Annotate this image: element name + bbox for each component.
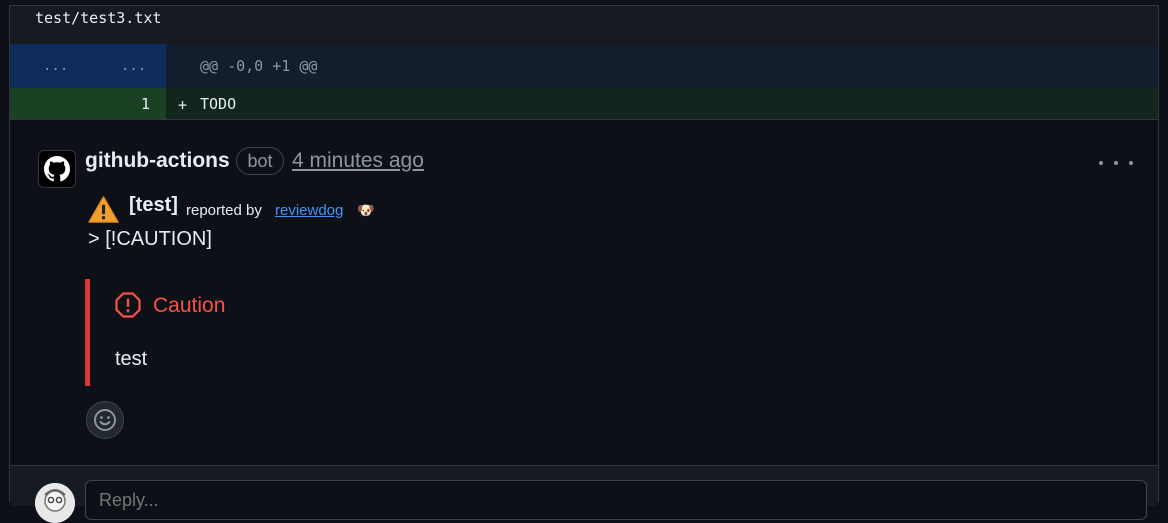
caution-title: Caution xyxy=(153,294,226,317)
avatar-icon xyxy=(35,483,75,523)
comment-timestamp[interactable]: 4 minutes ago xyxy=(292,149,424,173)
github-mark-icon xyxy=(44,156,70,182)
file-header: test/test3.txt xyxy=(10,6,1158,44)
expand-up-button[interactable]: ... xyxy=(43,58,68,74)
kebab-menu-button[interactable] xyxy=(1099,150,1133,176)
dog-face-icon: 🐶 xyxy=(357,202,375,218)
user-avatar[interactable] xyxy=(35,483,75,523)
comment-author[interactable]: github-actions xyxy=(85,149,230,173)
warning-icon xyxy=(88,196,119,223)
quote-line: > [!CAUTION] xyxy=(88,228,212,250)
added-line-gutter: 1 xyxy=(10,88,166,119)
added-sign: + xyxy=(178,96,188,114)
expand-down-button[interactable]: ... xyxy=(121,58,146,74)
hunk-header: @@ -0,0 +1 @@ xyxy=(200,57,318,75)
dot-icon xyxy=(1129,161,1133,165)
diff-hunk-row: ... ... @@ -0,0 +1 @@ xyxy=(10,44,1158,88)
caution-body: test xyxy=(115,348,148,370)
bot-badge: bot xyxy=(236,147,284,175)
check-name-tag: [test] xyxy=(129,194,178,216)
added-code: TODO xyxy=(200,95,237,113)
reply-input[interactable] xyxy=(85,480,1147,520)
add-reaction-button[interactable] xyxy=(86,401,124,439)
reviewdog-link[interactable]: reviewdog xyxy=(275,202,343,219)
dot-icon xyxy=(1114,161,1118,165)
line-number[interactable]: 1 xyxy=(141,95,150,113)
hunk-gutter: ... ... xyxy=(10,44,166,88)
dot-icon xyxy=(1099,161,1103,165)
reported-by-label: reported by xyxy=(186,202,262,219)
reply-section xyxy=(10,466,1158,523)
smiley-icon xyxy=(94,409,116,431)
diff-added-line: 1 + TODO xyxy=(10,88,1158,120)
github-logo-avatar[interactable] xyxy=(38,150,76,188)
file-name[interactable]: test/test3.txt xyxy=(35,9,161,27)
diff-review-panel: test/test3.txt ... ... @@ -0,0 +1 @@ 1 +… xyxy=(9,5,1159,523)
stop-octagon-icon xyxy=(115,292,141,318)
caution-alert-border xyxy=(85,279,90,386)
